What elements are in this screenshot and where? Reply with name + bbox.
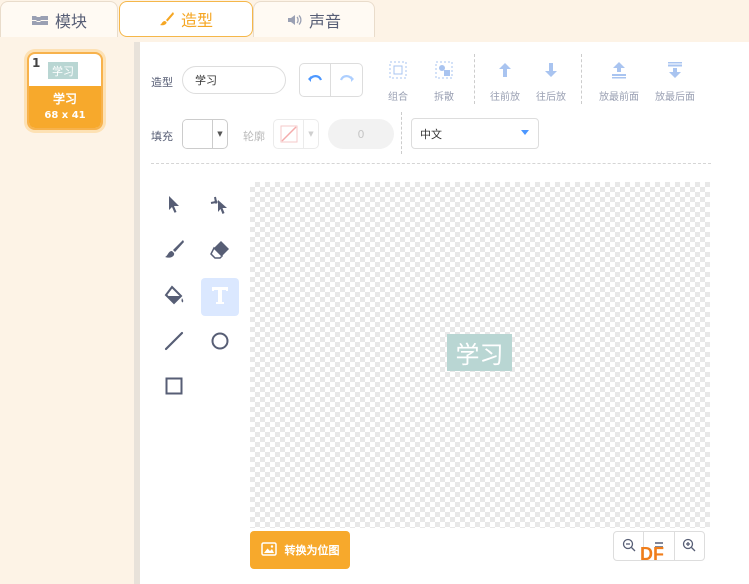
image-icon — [260, 541, 277, 559]
zoom-in-icon — [682, 537, 696, 556]
tab-costumes-label: 造型 — [180, 11, 213, 30]
convert-to-bitmap-button[interactable]: 转换为位图 — [250, 531, 350, 569]
redo-icon — [339, 71, 355, 90]
outline-label: 轮廓 — [243, 130, 265, 143]
paint-editor: 造型 学习 组合 拆散 往前放 往后放 放最前面 放最后面 填充 ▼ 轮廓 ▼ … — [140, 42, 749, 584]
font-dropdown[interactable]: 中文 — [411, 118, 539, 149]
tab-costumes[interactable]: 造型 — [119, 1, 253, 37]
backward-button[interactable]: 往后放 — [529, 60, 573, 103]
outline-color-picker[interactable]: ▼ — [273, 119, 319, 149]
undo-redo-group — [299, 63, 363, 97]
rectangle-icon — [163, 375, 185, 401]
front-icon — [609, 60, 629, 84]
fill-label: 填充 — [151, 130, 173, 143]
caret-down-icon — [521, 130, 529, 135]
zoom-in-button[interactable] — [675, 532, 704, 560]
group-label: 组合 — [388, 92, 408, 103]
outline-width-input[interactable]: 0 — [328, 119, 394, 149]
canvas-text-object[interactable]: 学习 — [447, 334, 512, 371]
select-tool[interactable] — [155, 187, 193, 225]
front-button[interactable]: 放最前面 — [591, 60, 647, 103]
tab-code-label: 模块 — [54, 11, 87, 31]
tab-bar: 模块 造型 声音 — [0, 0, 749, 42]
back-button[interactable]: 放最后面 — [647, 60, 703, 103]
eraser-icon — [209, 238, 231, 264]
undo-button[interactable] — [300, 64, 332, 96]
blocks-icon — [31, 13, 49, 27]
back-label: 放最后面 — [655, 92, 695, 103]
watermark-logo: DF — [640, 544, 664, 564]
redo-button[interactable] — [331, 64, 362, 96]
undo-icon — [307, 71, 323, 90]
front-label: 放最前面 — [599, 92, 639, 103]
costume-list: 1 学习 学习 68 x 41 — [0, 42, 134, 584]
speaker-icon — [287, 13, 303, 27]
line-tool[interactable] — [155, 324, 193, 362]
group-button[interactable]: 组合 — [376, 60, 420, 103]
paint-bucket-icon — [163, 284, 185, 310]
forward-icon — [495, 60, 515, 84]
tab-sounds-label: 声音 — [308, 11, 341, 31]
toolbar-separator — [474, 54, 475, 104]
costume-name-label: 造型 — [151, 76, 173, 89]
ungroup-label: 拆散 — [434, 92, 454, 103]
toolbar-separator — [581, 54, 582, 104]
convert-to-bitmap-label: 转换为位图 — [284, 544, 340, 557]
costume-item[interactable]: 1 学习 学习 68 x 41 — [27, 52, 103, 130]
circle-icon — [209, 330, 231, 356]
text-t-icon — [209, 284, 231, 310]
brush-icon — [159, 11, 175, 27]
costume-thumbnail: 学习 — [48, 62, 78, 79]
ungroup-button[interactable]: 拆散 — [422, 60, 466, 103]
costume-info: 学习 68 x 41 — [29, 86, 101, 128]
back-icon — [665, 60, 685, 84]
no-color-icon — [274, 120, 304, 148]
line-icon — [163, 330, 185, 356]
rectangle-tool[interactable] — [155, 369, 193, 407]
arrow-cursor-icon — [165, 194, 183, 218]
zoom-out-icon — [622, 537, 636, 556]
tab-sounds[interactable]: 声音 — [253, 1, 375, 37]
ungroup-icon — [434, 60, 454, 84]
reshape-icon — [209, 193, 231, 219]
chevron-down-icon: ▼ — [308, 130, 314, 138]
fill-tool[interactable] — [155, 278, 193, 316]
fill-color-swatch — [183, 120, 213, 148]
tab-code[interactable]: 模块 — [0, 1, 118, 37]
font-dropdown-value: 中文 — [420, 127, 442, 141]
brush-icon — [163, 238, 185, 264]
costume-name: 学习 — [52, 92, 77, 106]
toolbar-divider — [151, 163, 711, 164]
forward-button[interactable]: 往前放 — [483, 60, 527, 103]
brush-tool[interactable] — [155, 232, 193, 270]
group-icon — [388, 60, 408, 84]
eraser-tool[interactable] — [201, 232, 239, 270]
reshape-tool[interactable] — [201, 187, 239, 225]
backward-icon — [541, 60, 561, 84]
text-tool[interactable] — [201, 278, 239, 316]
costume-size: 68 x 41 — [44, 110, 86, 121]
toolbar-separator — [401, 112, 402, 154]
forward-label: 往前放 — [490, 92, 520, 103]
drawing-canvas[interactable]: 学习 — [250, 182, 710, 528]
chevron-down-icon: ▼ — [217, 130, 223, 138]
costume-name-input[interactable]: 学习 — [182, 66, 286, 94]
circle-tool[interactable] — [201, 324, 239, 362]
fill-color-picker[interactable]: ▼ — [182, 119, 228, 149]
costume-number: 1 — [32, 56, 41, 70]
backward-label: 往后放 — [536, 92, 566, 103]
